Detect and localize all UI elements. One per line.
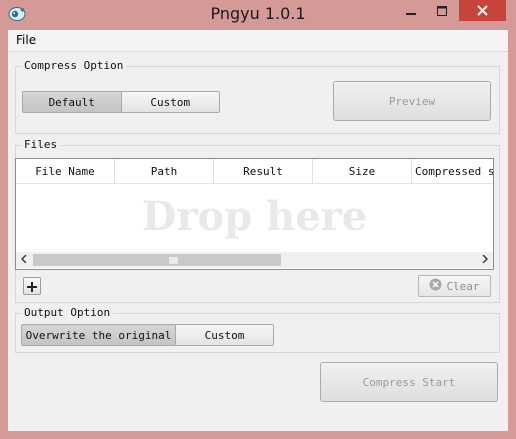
files-table[interactable]: File Name Path Result Size Compressed s …	[15, 158, 494, 270]
column-header-file-name[interactable]: File Name	[16, 159, 115, 183]
column-header-compressed-size[interactable]: Compressed s	[412, 159, 493, 183]
scroll-left-button[interactable]	[16, 252, 32, 268]
scroll-right-button[interactable]	[477, 252, 493, 268]
chevron-right-icon	[482, 254, 488, 266]
clear-label: Clear	[446, 279, 480, 293]
compress-custom-option[interactable]: Custom	[120, 92, 219, 112]
column-header-path[interactable]: Path	[115, 159, 214, 183]
maximize-icon	[436, 1, 447, 20]
scrollbar-grip	[169, 257, 178, 264]
clear-button[interactable]: Clear	[418, 275, 491, 297]
output-option-group: Output Option Overwrite the original Cus…	[15, 306, 500, 353]
output-custom-option[interactable]: Custom	[175, 325, 273, 345]
compress-default-option[interactable]: Default	[23, 92, 121, 112]
output-overwrite-option[interactable]: Overwrite the original	[22, 325, 175, 345]
files-label: Files	[21, 138, 61, 151]
files-table-header: File Name Path Result Size Compressed s	[16, 159, 493, 184]
output-option-label: Output Option	[21, 306, 114, 319]
menu-bar: File	[8, 30, 508, 52]
output-mode-selector: Overwrite the original Custom	[21, 324, 274, 346]
compress-start-button[interactable]: Compress Start	[320, 362, 498, 402]
compress-option-group: Compress Option Default Custom Preview	[15, 59, 500, 134]
clear-x-icon	[429, 278, 442, 294]
add-files-button[interactable]	[23, 277, 41, 295]
minimize-button[interactable]	[397, 0, 424, 21]
scrollbar-thumb[interactable]	[33, 254, 281, 266]
plus-icon	[27, 277, 37, 296]
column-header-size[interactable]: Size	[313, 159, 412, 183]
compress-option-label: Compress Option	[21, 59, 127, 72]
close-button[interactable]	[459, 0, 506, 21]
preview-button[interactable]: Preview	[333, 81, 491, 121]
minimize-icon	[405, 1, 416, 20]
maximize-button[interactable]	[428, 0, 455, 21]
client-area: File Compress Option Default Custom Prev…	[8, 30, 508, 431]
column-header-result[interactable]: Result	[214, 159, 313, 183]
app-window: Pngyu 1.0.1 File Compress Option Default	[0, 0, 516, 439]
title-bar[interactable]: Pngyu 1.0.1	[0, 0, 516, 30]
chevron-left-icon	[21, 254, 27, 266]
drop-here-hint: Drop here	[141, 193, 368, 240]
close-icon	[477, 1, 488, 20]
horizontal-scrollbar[interactable]	[16, 252, 493, 268]
menu-file[interactable]: File	[16, 33, 36, 47]
compress-mode-selector: Default Custom	[22, 91, 220, 113]
